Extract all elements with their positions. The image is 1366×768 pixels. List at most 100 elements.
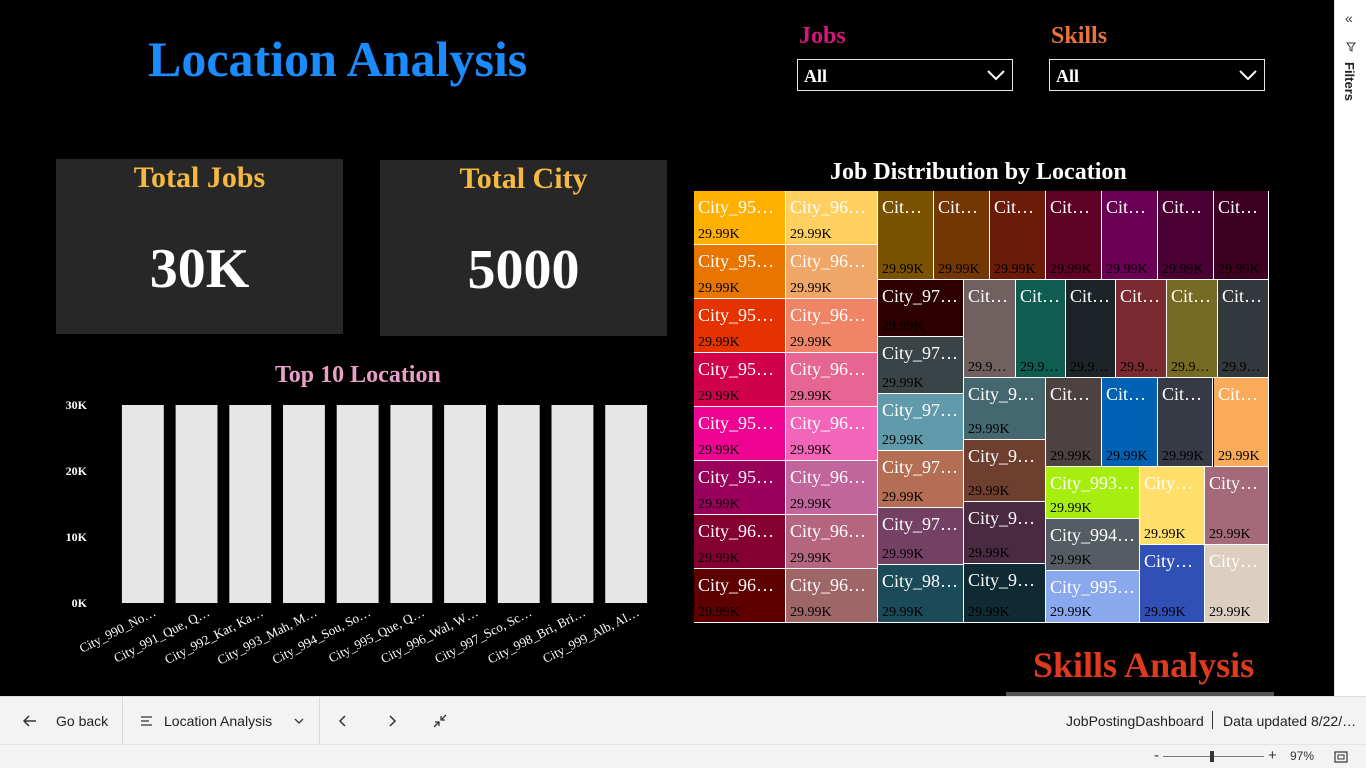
treemap-tile[interactable]: City_98… 29.99K: [878, 565, 964, 623]
treemap-tile[interactable]: City_95… 29.99K: [694, 299, 786, 353]
treemap-tile[interactable]: City_96… 29.99K: [786, 569, 878, 623]
treemap-tile[interactable]: City_96… 29.99K: [786, 353, 878, 407]
bar[interactable]: [605, 405, 648, 603]
treemap-tile[interactable]: City_96… 29.99K: [786, 191, 878, 245]
treemap-tile[interactable]: City_97… 29.99K: [878, 394, 964, 451]
treemap-tile[interactable]: City_95… 29.99K: [694, 461, 786, 515]
treemap-tile[interactable]: City_96… 29.99K: [786, 245, 878, 299]
bar[interactable]: [444, 405, 486, 603]
treemap-tile[interactable]: Cit… 29.99K: [934, 191, 990, 280]
treemap-tile[interactable]: Cit… 29.99K: [1046, 378, 1102, 467]
treemap-tile-label: Cit…: [1171, 286, 1212, 306]
treemap-tile-value: 29.99K: [698, 389, 740, 404]
treemap-tile[interactable]: City_96… 29.99K: [786, 515, 878, 569]
fit-to-page-icon[interactable]: [1334, 751, 1348, 763]
treemap-tile[interactable]: Cit… 29.99K: [1158, 191, 1214, 280]
treemap-tile[interactable]: Cit… 29.99K: [1214, 191, 1269, 280]
treemap-tile[interactable]: City_97… 29.99K: [878, 508, 964, 565]
treemap-tile[interactable]: City_994… 29.99K: [1046, 519, 1140, 571]
treemap-tile-value: 29.99K: [1106, 449, 1148, 464]
treemap-tile[interactable]: City_9… 29.99K: [964, 502, 1046, 564]
filters-pane[interactable]: « Filters: [1334, 0, 1366, 696]
double-chevron-left-icon[interactable]: «: [1345, 10, 1353, 26]
treemap-tile-label: City_98…: [882, 571, 959, 591]
bar[interactable]: [390, 405, 433, 603]
treemap-tile[interactable]: City_96… 29.99K: [786, 299, 878, 353]
chevron-down-icon: [294, 718, 304, 724]
treemap-tile[interactable]: City… 29.99K: [1140, 545, 1205, 623]
treemap-tile[interactable]: City… 29.99K: [1140, 467, 1205, 545]
treemap-tile[interactable]: City_993… 29.99K: [1046, 467, 1140, 519]
treemap-tile[interactable]: City_97… 29.99K: [878, 280, 964, 337]
treemap-tile[interactable]: City_95… 29.99K: [694, 191, 786, 245]
treemap-tile[interactable]: Cit… 29.9…: [1016, 280, 1066, 378]
treemap-tile[interactable]: City_9… 29.99K: [964, 564, 1046, 623]
data-updated-text: Data updated 8/22/…: [1223, 713, 1357, 729]
filters-label[interactable]: Filters: [1342, 62, 1357, 101]
treemap-tile[interactable]: Cit… 29.99K: [878, 191, 934, 280]
treemap-tile-value: 29.99K: [882, 262, 924, 277]
treemap-tile[interactable]: Cit… 29.99K: [1158, 378, 1213, 467]
treemap-tile[interactable]: Cit… 29.99K: [1102, 191, 1158, 280]
bar[interactable]: [229, 405, 272, 603]
treemap-tile[interactable]: City… 29.99K: [1205, 467, 1269, 545]
treemap-tile-value: 29.99K: [790, 335, 832, 350]
treemap-tile[interactable]: City_95… 29.99K: [694, 407, 786, 461]
treemap-tile[interactable]: City_96… 29.99K: [694, 569, 786, 623]
treemap-tile-value: 29.99K: [968, 422, 1010, 437]
zoom-slider-thumb[interactable]: [1210, 751, 1214, 762]
treemap-tile[interactable]: City_995… 29.99K: [1046, 571, 1140, 623]
treemap-tile[interactable]: City_9… 29.99K: [964, 440, 1046, 502]
treemap-tile[interactable]: City_9… 29.99K: [964, 378, 1046, 440]
treemap-tile[interactable]: Cit… 29.99K: [1046, 191, 1102, 280]
treemap-tile[interactable]: City_96… 29.99K: [786, 407, 878, 461]
skills-analysis-link[interactable]: Skills Analysis: [1033, 644, 1254, 686]
bar[interactable]: [175, 405, 218, 603]
page-selector-label: Location Analysis: [164, 713, 273, 729]
treemap-tile-label: City_95…: [698, 467, 775, 487]
treemap-tile[interactable]: Cit… 29.99K: [990, 191, 1046, 280]
treemap-tile-value: 29.99K: [882, 547, 924, 562]
treemap-tile[interactable]: Cit… 29.9…: [1218, 280, 1269, 378]
treemap-tile-value: 29.99K: [938, 262, 980, 277]
treemap-tile[interactable]: Cit… 29.9…: [964, 280, 1016, 378]
zoom-slider[interactable]: [1163, 751, 1264, 762]
treemap-tile-label: City_96…: [790, 575, 867, 595]
treemap-tile[interactable]: City_96… 29.99K: [786, 461, 878, 515]
jobs-slicer-dropdown[interactable]: All: [797, 59, 1013, 91]
treemap-tile-label: City_96…: [790, 197, 867, 217]
previous-page-button[interactable]: [338, 697, 348, 745]
exit-full-screen-button[interactable]: [433, 697, 447, 745]
zoom-out-button[interactable]: -: [1154, 747, 1159, 764]
treemap-tile[interactable]: Cit… 29.99K: [1214, 378, 1269, 467]
treemap-tile-value: 29.99K: [1162, 262, 1204, 277]
go-back-button[interactable]: Go back: [22, 697, 108, 745]
treemap-tile[interactable]: City_95… 29.99K: [694, 353, 786, 407]
treemap-tile[interactable]: Cit… 29.9…: [1066, 280, 1116, 378]
bar[interactable]: [497, 405, 540, 603]
treemap-tile[interactable]: Cit… 29.9…: [1116, 280, 1167, 378]
report-navigation-bar: Go back Location Analysis JobPostingDash…: [0, 696, 1366, 745]
treemap-tile-value: 29.9…: [1020, 360, 1059, 375]
treemap-tile-label: City_97…: [882, 400, 959, 420]
jobs-slicer-value: All: [804, 66, 828, 86]
treemap-tile[interactable]: City_95… 29.99K: [694, 245, 786, 299]
page-selector-dropdown[interactable]: Location Analysis: [140, 697, 310, 745]
bar[interactable]: [121, 405, 164, 603]
bar[interactable]: [283, 405, 325, 603]
treemap-tile[interactable]: City… 29.99K: [1205, 545, 1269, 623]
skills-slicer-dropdown[interactable]: All: [1049, 59, 1265, 91]
treemap-tile[interactable]: City_97… 29.99K: [878, 337, 964, 394]
bar[interactable]: [551, 405, 594, 603]
treemap-tile[interactable]: Cit… 29.99K: [1102, 378, 1158, 467]
treemap-tile-value: 29.99K: [882, 376, 924, 391]
treemap-tile-value: 29.99K: [882, 319, 924, 334]
bar[interactable]: [336, 405, 379, 603]
treemap-tile-value: 29.99K: [1209, 527, 1251, 542]
treemap-tile[interactable]: City_97… 29.99K: [878, 451, 964, 508]
next-page-button[interactable]: [387, 697, 397, 745]
treemap-tile[interactable]: City_96… 29.99K: [694, 515, 786, 569]
zoom-in-button[interactable]: +: [1268, 747, 1277, 764]
treemap-tile-label: City_9…: [968, 446, 1036, 466]
treemap-tile[interactable]: Cit… 29.9…: [1167, 280, 1218, 378]
